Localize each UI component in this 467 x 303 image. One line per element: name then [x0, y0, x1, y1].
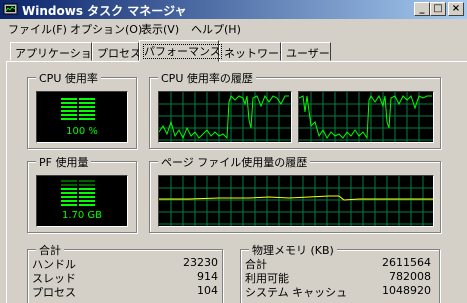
menu-view[interactable]: 表示(V): [141, 21, 179, 37]
cpu-history-graph-core0: [158, 91, 292, 143]
tab-network[interactable]: ネットワーク: [219, 42, 290, 61]
cpu-usage-legend: CPU 使用率: [36, 70, 101, 86]
handles-value: 23230: [183, 256, 218, 269]
processes-label: プロセス: [32, 286, 76, 299]
tab-performance[interactable]: パフォーマンス: [139, 40, 222, 62]
tab-applications[interactable]: アプリケーション: [10, 42, 103, 61]
cpu-history-graph-core1: [298, 91, 434, 143]
tab-processes[interactable]: プロセス: [92, 42, 141, 61]
title-bar[interactable]: Windows タスク マネージャ _ □ ×: [0, 0, 467, 19]
pf-history-group: ページ ファイル使用量の履歴: [149, 154, 441, 233]
memory-total-value: 2611564: [382, 256, 431, 269]
pf-usage-meter: 1.70 GB: [36, 175, 128, 227]
cpu-history-group: CPU 使用率の履歴: [149, 70, 441, 149]
threads-value: 914: [197, 270, 218, 283]
system-cache-label: システム キャッシュ: [245, 286, 348, 299]
memory-available-value: 782008: [389, 270, 431, 283]
pf-usage-group: PF 使用量 1.70 GB: [27, 154, 137, 233]
cpu-history-legend: CPU 使用率の履歴: [158, 70, 256, 86]
maximize-button[interactable]: □: [430, 2, 446, 16]
window-title: Windows タスク マネージャ: [22, 4, 187, 18]
tab-users[interactable]: ユーザー: [281, 42, 331, 61]
menu-options[interactable]: オプション(O): [70, 21, 142, 37]
totals-group: 合計 ハンドル 23230 スレッド 914 プロセス 104: [27, 242, 223, 303]
pf-usage-value: 1.70 GB: [61, 210, 103, 221]
system-cache-value: 1048920: [382, 284, 431, 297]
pf-usage-legend: PF 使用量: [36, 154, 92, 170]
menu-bar: ファイル(F) オプション(O) 表示(V) ヘルプ(H): [0, 19, 467, 38]
cpu-usage-meter: 100 %: [36, 91, 128, 143]
cpu-usage-group: CPU 使用率 100 %: [27, 70, 137, 149]
menu-help[interactable]: ヘルプ(H): [191, 21, 241, 37]
menu-file[interactable]: ファイル(F): [8, 21, 67, 37]
close-button[interactable]: ×: [448, 2, 464, 16]
pf-history-graph: [158, 175, 434, 227]
pf-history-legend: ページ ファイル使用量の履歴: [158, 154, 311, 170]
task-manager-icon: [3, 3, 18, 15]
cpu-usage-value: 100 %: [66, 126, 98, 137]
minimize-button[interactable]: _: [414, 2, 430, 16]
physical-memory-group: 物理メモリ (KB) 合計 2611564 利用可能 782008 システム キ…: [240, 242, 440, 303]
processes-value: 104: [197, 284, 218, 297]
